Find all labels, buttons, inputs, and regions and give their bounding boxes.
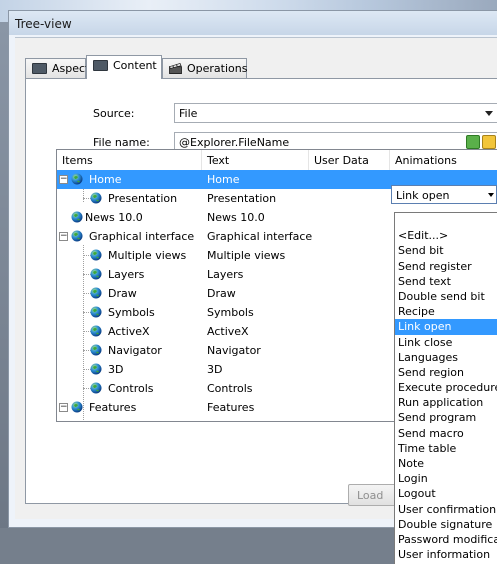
file-name-label: File name: xyxy=(93,136,150,149)
globe-icon xyxy=(90,249,102,261)
item-text: ActiveX xyxy=(207,325,249,338)
window-title: Tree-view xyxy=(15,17,72,31)
tab-operations[interactable]: Operations xyxy=(162,58,247,78)
clapperboard-icon xyxy=(169,63,182,77)
animations-combo-value: Link open xyxy=(396,189,450,202)
globe-icon xyxy=(90,287,102,299)
column-header-items[interactable]: Items xyxy=(57,150,202,170)
collapse-icon[interactable]: − xyxy=(59,175,68,184)
globe-icon xyxy=(90,363,102,375)
browse-folder-icon[interactable] xyxy=(482,135,496,149)
column-header-text[interactable]: Text xyxy=(202,150,309,170)
dropdown-option[interactable]: <Edit...> xyxy=(395,228,497,243)
dropdown-option[interactable]: Password modifica xyxy=(395,532,497,547)
dropdown-option[interactable]: Send register xyxy=(395,259,497,274)
dropdown-option[interactable]: Send region xyxy=(395,365,497,380)
dropdown-option[interactable]: Send bit xyxy=(395,243,497,258)
globe-icon xyxy=(71,173,83,185)
dropdown-option[interactable]: Languages xyxy=(395,350,497,365)
dropdown-option[interactable]: Logout xyxy=(395,486,497,501)
item-text: Presentation xyxy=(207,192,277,205)
animations-combo[interactable]: Link open xyxy=(391,185,497,204)
item-text: Draw xyxy=(207,287,236,300)
item-text: Layers xyxy=(207,268,244,281)
dropdown-option[interactable]: Send text xyxy=(395,274,497,289)
item-name: 3D xyxy=(108,363,124,376)
globe-icon xyxy=(90,268,102,280)
folder-icon xyxy=(93,60,108,71)
dropdown-option[interactable]: Double signature xyxy=(395,517,497,532)
item-text: Multiple views xyxy=(207,249,286,262)
globe-icon xyxy=(71,211,83,223)
dropdown-option[interactable]: Link open xyxy=(395,319,497,335)
globe-icon xyxy=(71,230,83,242)
item-name: Home xyxy=(89,173,122,186)
dropdown-option[interactable]: Double send bit xyxy=(395,289,497,304)
collapse-icon[interactable]: − xyxy=(59,403,68,412)
dropdown-option[interactable]: User confirmation xyxy=(395,502,497,517)
globe-icon xyxy=(90,325,102,337)
load-button[interactable]: Load xyxy=(348,484,398,506)
chevron-down-icon xyxy=(485,111,493,116)
dropdown-option[interactable]: Login xyxy=(395,471,497,486)
dropdown-option[interactable]: Recipe xyxy=(395,304,497,319)
item-text: Controls xyxy=(207,382,253,395)
download-icon[interactable] xyxy=(466,135,480,149)
dropdown-option[interactable]: Link close xyxy=(395,335,497,350)
item-name: Graphical interface xyxy=(89,230,195,243)
dropdown-option[interactable] xyxy=(395,213,497,228)
item-name: News 10.0 xyxy=(85,211,143,224)
animations-dropdown-list[interactable]: <Edit...> Send bit Send register Send text D… xyxy=(394,212,497,564)
item-text: Symbols xyxy=(207,306,254,319)
item-text: 3D xyxy=(207,363,223,376)
item-name: Controls xyxy=(108,382,154,395)
file-name-value: @Explorer.FileName xyxy=(179,136,290,149)
dropdown-option[interactable]: Execute procedure xyxy=(395,380,497,395)
item-name: Multiple views xyxy=(108,249,187,262)
globe-icon xyxy=(90,344,102,356)
tab-content[interactable]: Content xyxy=(86,55,162,79)
item-name: Presentation xyxy=(108,192,178,205)
item-name: Draw xyxy=(108,287,137,300)
column-header-user-data[interactable]: User Data xyxy=(309,150,390,170)
chevron-down-icon xyxy=(488,193,494,197)
dropdown-option[interactable]: Send program xyxy=(395,410,497,425)
item-name: Features xyxy=(89,401,137,414)
item-text: Home xyxy=(207,173,240,186)
item-text: News 10.0 xyxy=(207,211,265,224)
item-text: Features xyxy=(207,401,255,414)
globe-icon xyxy=(90,306,102,318)
dropdown-option[interactable]: Run application xyxy=(395,395,497,410)
dropdown-option[interactable]: Note xyxy=(395,456,497,471)
list-header: Items Text User Data Animations xyxy=(57,150,497,171)
tab-aspect[interactable]: Aspect xyxy=(25,58,89,78)
item-name: Layers xyxy=(108,268,145,281)
item-name: ActiveX xyxy=(108,325,150,338)
item-name: Navigator xyxy=(108,344,162,357)
source-label: Source: xyxy=(93,107,135,120)
item-text: Graphical interface xyxy=(207,230,313,243)
dropdown-option[interactable]: Send macro xyxy=(395,426,497,441)
dropdown-option[interactable]: Time table xyxy=(395,441,497,456)
globe-icon xyxy=(71,401,83,413)
item-name: Symbols xyxy=(108,306,155,319)
folder-icon xyxy=(32,63,47,74)
globe-icon xyxy=(90,192,102,204)
source-select[interactable]: File xyxy=(174,103,497,123)
collapse-icon[interactable]: − xyxy=(59,232,68,241)
globe-icon xyxy=(90,382,102,394)
source-value: File xyxy=(179,107,198,120)
item-text: Navigator xyxy=(207,344,261,357)
dropdown-option[interactable]: User information xyxy=(395,547,497,562)
title-bar[interactable]: Tree-view xyxy=(9,11,497,35)
column-header-animations[interactable]: Animations xyxy=(390,150,497,170)
